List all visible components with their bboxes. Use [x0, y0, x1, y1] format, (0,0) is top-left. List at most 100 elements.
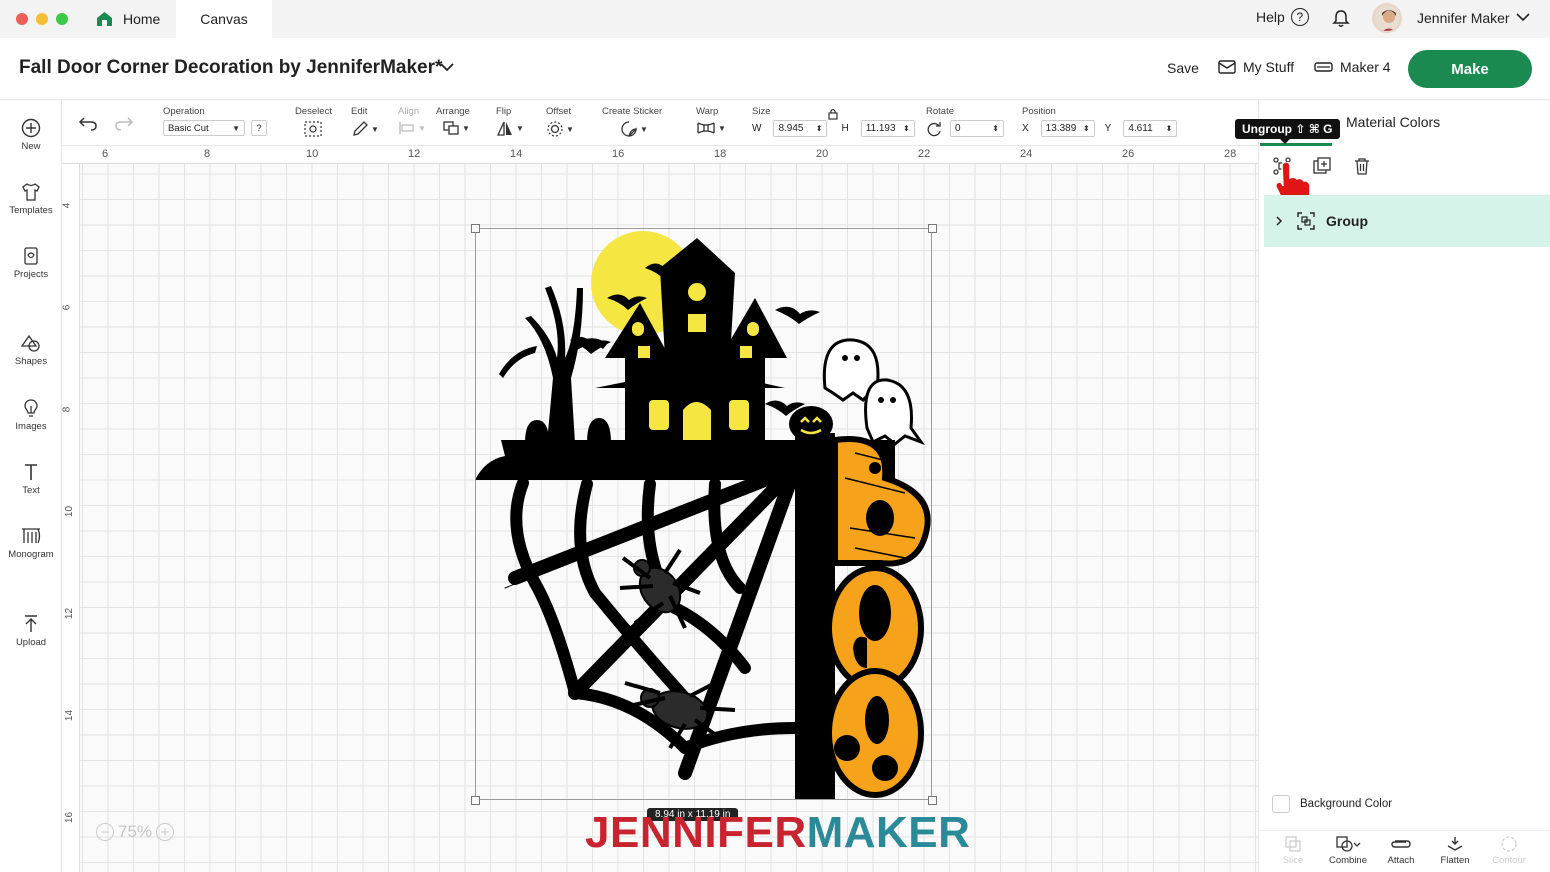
sidebar-item-shapes[interactable]: Shapes — [0, 333, 62, 367]
undo-icon[interactable] — [78, 115, 98, 131]
height-input[interactable]: 11.193 ⬍ — [860, 120, 915, 137]
layers-tab-indicator — [1260, 143, 1332, 146]
ruler-tick: 6 — [102, 148, 109, 160]
attach-label: Attach — [1387, 855, 1415, 866]
flip-control[interactable]: Flip ▼ — [496, 106, 524, 137]
layer-row-group[interactable]: Group — [1264, 195, 1550, 247]
sidebar-item-text[interactable]: Text — [0, 462, 62, 496]
background-color-label: Background Color — [1300, 798, 1393, 810]
sidebar-item-projects[interactable]: Projects — [0, 246, 62, 280]
contour-label: Contour — [1492, 855, 1526, 866]
watermark-part-2: MAKER — [806, 808, 971, 857]
machine-icon — [1314, 62, 1333, 72]
minimize-window-dot[interactable] — [36, 13, 48, 25]
offset-control[interactable]: Offset ▼ — [546, 106, 574, 138]
tab-canvas[interactable]: Canvas — [176, 0, 272, 38]
tab-material-colors[interactable]: Material Colors — [1346, 114, 1440, 130]
contour-button[interactable]: Contour — [1484, 835, 1534, 866]
duplicate-icon[interactable] — [1312, 156, 1332, 176]
rotate-input[interactable]: 0 ⬍ — [950, 120, 1004, 137]
ruler-tick: 18 — [714, 148, 727, 160]
sidebar-item-new[interactable]: New — [0, 118, 62, 152]
project-title[interactable]: Fall Door Corner Decoration by JenniferM… — [19, 57, 442, 79]
edit-control[interactable]: Edit ▼ — [351, 106, 379, 138]
resize-handle-bottom-right[interactable] — [928, 796, 937, 805]
resize-handle-bottom-left[interactable] — [471, 796, 480, 805]
close-window-dot[interactable] — [16, 13, 28, 25]
tab-home[interactable]: Home — [82, 0, 176, 38]
combine-label: Combine — [1328, 855, 1368, 866]
rotate-value: 0 — [955, 123, 961, 134]
monogram-icon — [22, 528, 41, 544]
ruler-left: 4 6 8 10 12 14 16 — [61, 164, 80, 872]
stepper-icon[interactable]: ⬍ — [816, 124, 823, 133]
arrange-control[interactable]: Arrange ▼ — [436, 106, 470, 136]
operation-help-button[interactable]: ? — [251, 120, 267, 136]
make-button[interactable]: Make — [1408, 50, 1532, 88]
stepper-icon[interactable]: ⬍ — [992, 124, 999, 133]
chevron-down-icon[interactable] — [1516, 12, 1530, 22]
operation-select[interactable]: Basic Cut ▼ — [163, 120, 245, 136]
background-color-swatch[interactable] — [1272, 795, 1290, 813]
y-position-value: 4.611 — [1128, 123, 1153, 134]
sidebar-item-templates[interactable]: Templates — [0, 182, 62, 216]
position-x-axis: X — [1022, 123, 1029, 134]
sidebar-item-upload[interactable]: Upload — [0, 614, 62, 648]
x-position-value: 13.389 — [1045, 123, 1077, 134]
stepper-icon[interactable]: ⬍ — [1083, 124, 1090, 133]
slice-button[interactable]: Slice — [1268, 835, 1318, 866]
sidebar-item-images[interactable]: Images — [0, 398, 62, 432]
attach-button[interactable]: Attach — [1376, 835, 1426, 866]
flatten-button[interactable]: Flatten — [1430, 835, 1480, 866]
user-name[interactable]: Jennifer Maker — [1417, 10, 1510, 26]
tab-home-label: Home — [123, 11, 161, 27]
ruler-tick: 24 — [1020, 148, 1033, 160]
stepper-icon[interactable]: ⬍ — [1166, 124, 1173, 133]
machine-selector[interactable]: Maker 4 — [1314, 59, 1391, 75]
resize-handle-top-right[interactable] — [928, 224, 937, 233]
save-button[interactable]: Save — [1167, 60, 1199, 76]
chevron-down-icon[interactable] — [440, 62, 454, 72]
caret-down-icon: ▼ — [516, 124, 524, 133]
stepper-icon[interactable]: ⬍ — [903, 124, 910, 133]
zoom-in-button[interactable]: + — [156, 823, 175, 841]
bell-icon[interactable] — [1332, 9, 1350, 28]
rotate-control: Rotate 0 ⬍ — [926, 106, 1004, 137]
resize-handle-top-left[interactable] — [471, 224, 480, 233]
avatar[interactable] — [1372, 3, 1402, 33]
lock-icon[interactable] — [828, 108, 838, 120]
my-stuff-button[interactable]: My Stuff — [1218, 59, 1294, 75]
warp-control[interactable]: Warp ▼ — [696, 106, 726, 136]
zoom-window-dot[interactable] — [56, 13, 68, 25]
ruler-tick: 8 — [61, 406, 73, 413]
help-button[interactable]: Help ? — [1256, 8, 1309, 26]
ruler-tick: 4 — [61, 202, 73, 209]
background-color-control[interactable]: Background Color — [1272, 795, 1392, 813]
sidebar-item-monogram[interactable]: Monogram — [0, 526, 62, 560]
plus-circle-icon — [21, 118, 41, 138]
y-position-input[interactable]: 4.611 ⬍ — [1123, 120, 1178, 137]
trash-icon[interactable] — [1352, 156, 1372, 176]
offset-icon — [547, 121, 563, 137]
slice-label: Slice — [1282, 855, 1304, 866]
selection-box[interactable] — [475, 228, 932, 800]
sidebar-item-label: Projects — [13, 269, 49, 280]
text-icon — [25, 464, 37, 480]
create-sticker-control[interactable]: Create Sticker ▼ — [602, 106, 662, 138]
deselect-control[interactable]: Deselect — [295, 106, 332, 138]
combine-button[interactable]: Combine — [1323, 835, 1373, 866]
zoom-out-button[interactable]: − — [96, 823, 114, 841]
jennifermaker-watermark: JENNIFERMAKER — [585, 808, 970, 858]
width-input[interactable]: 8.945 ⬍ — [773, 120, 828, 137]
rotate-icon — [927, 121, 941, 136]
sidebar-item-label: Templates — [9, 205, 53, 216]
align-control[interactable]: Align ▼ — [398, 106, 426, 136]
combine-icon — [1336, 836, 1361, 852]
chevron-right-icon[interactable] — [1274, 215, 1284, 227]
arrange-label: Arrange — [436, 106, 470, 117]
x-position-input[interactable]: 13.389 ⬍ — [1040, 120, 1095, 137]
sidebar-item-label: Monogram — [8, 549, 54, 560]
redo-icon[interactable] — [114, 115, 134, 131]
caret-down-icon: ▼ — [462, 123, 470, 133]
align-icon — [399, 122, 414, 134]
